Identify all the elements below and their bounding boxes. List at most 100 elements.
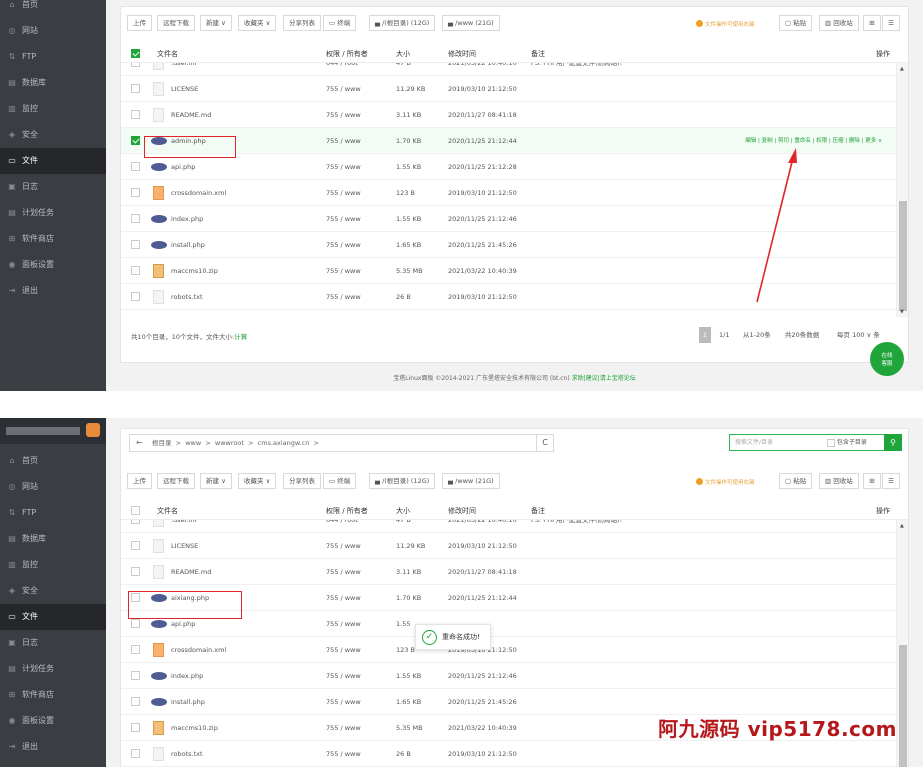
cell-name[interactable]: crossdomain.xml	[171, 637, 226, 663]
scroll-up-icon[interactable]: ▲	[900, 523, 904, 529]
scrollbar[interactable]: ▲	[896, 520, 908, 767]
clipboard-icon: ▢	[785, 477, 794, 485]
disk-root-label: /(根目录) (12G)	[382, 477, 430, 485]
disk-root-button[interactable]: ▄ /(根目录) (12G)	[369, 473, 436, 489]
watermark: 阿九源码 vip5178.com	[658, 717, 897, 741]
sidebar-item-label: 安全	[22, 586, 38, 595]
sidebar-item-logout[interactable]: ⇥ 退出	[0, 734, 106, 760]
cell-mtime: 2019/03/10 21:12:50	[448, 750, 517, 758]
sidebar-item-label: 计划任务	[22, 664, 54, 673]
include-subdir-checkbox[interactable]: 包含子目录	[827, 435, 867, 450]
crumb-www[interactable]: www	[185, 439, 201, 447]
back-arrow-icon[interactable]: ←	[136, 435, 143, 451]
row-checkbox[interactable]	[131, 645, 140, 654]
crumb-wwwroot[interactable]: wwwroot	[215, 439, 244, 447]
cell-name[interactable]: index.php	[171, 663, 203, 689]
table-row[interactable]: robots.txt 755 / www 26 B 2019/03/10 21:12:…	[121, 741, 896, 767]
cell-name[interactable]: install.php	[171, 689, 205, 715]
log-icon: ▣	[8, 638, 16, 647]
refresh-icon[interactable]: C	[536, 434, 554, 452]
ftp-icon: ⇅	[8, 508, 16, 517]
cell-mtime: 2019/03/10 21:12:50	[448, 542, 517, 550]
table-row[interactable]: README.md 755 / www 3.11 KB 2020/11/27 08:4…	[121, 559, 896, 585]
grid-view-button[interactable]: ⊞	[863, 473, 881, 489]
cell-name[interactable]: .user.ini	[171, 520, 196, 533]
breadcrumb[interactable]: ← 根目录 > www > wwwroot > cms.axiangw.cn >	[129, 434, 539, 452]
cell-name[interactable]: README.md	[171, 559, 211, 585]
cell-perm: 755 / www	[326, 594, 361, 602]
remote-download-button[interactable]: 远程下载	[157, 473, 195, 489]
scroll-thumb[interactable]	[899, 645, 907, 767]
table-row[interactable]: LICENSE 755 / www 11.29 KB 2019/03/10 21:12…	[121, 533, 896, 559]
select-all-checkbox[interactable]	[131, 506, 140, 515]
monitor-icon: ▥	[8, 560, 16, 569]
sidebar-item-folder[interactable]: ▭ 文件	[0, 604, 106, 630]
table-row[interactable]: index.php 755 / www 1.55 KB 2020/11/25 21:1…	[121, 663, 896, 689]
sidebar-item-home[interactable]: ⌂ 首页	[0, 448, 106, 474]
col-size: 大小	[396, 507, 410, 515]
clock-icon: ▤	[8, 664, 16, 673]
row-checkbox[interactable]	[131, 619, 140, 628]
col-remark: 备注	[531, 507, 545, 515]
cell-remark: PS: PHP用户配置文件(防跨站)!	[531, 520, 623, 524]
row-checkbox[interactable]	[131, 671, 140, 680]
paste-label: 粘贴	[793, 477, 807, 485]
crumb-root[interactable]: 根目录	[152, 439, 172, 447]
sidebar-item-log[interactable]: ▣ 日志	[0, 630, 106, 656]
col-mtime: 修改时间	[448, 507, 476, 515]
cell-name[interactable]: LICENSE	[171, 533, 198, 559]
disk-www-button[interactable]: ▄ /www (21G)	[442, 473, 500, 489]
recycle-label: 回收站	[833, 477, 853, 485]
share-list-button[interactable]: 分享列表	[283, 473, 321, 489]
cell-name[interactable]: maccms10.zip	[171, 715, 218, 741]
settings-icon: ◉	[8, 716, 16, 725]
paste-button[interactable]: ▢ 粘贴	[779, 473, 813, 489]
info-icon	[696, 478, 703, 485]
php-file-icon	[151, 620, 167, 628]
search-icon[interactable]: ⚲	[884, 434, 902, 451]
sidebar-item-settings[interactable]: ◉ 面板设置	[0, 708, 106, 734]
php-file-icon	[151, 672, 167, 680]
database-icon: ▤	[8, 534, 16, 543]
php-file-icon	[151, 698, 167, 706]
recycle-bin-button[interactable]: ▥ 回收站	[819, 473, 859, 489]
sidebar-item-database[interactable]: ▤ 数据库	[0, 526, 106, 552]
logout-icon: ⇥	[8, 742, 16, 751]
sidebar-item-label: 网站	[22, 482, 38, 491]
globe-icon: ◎	[8, 482, 16, 491]
toast-text: 重命名成功!	[442, 633, 480, 641]
user-badge-icon	[86, 423, 100, 437]
terminal-button[interactable]: ▭ 终端	[323, 473, 357, 489]
sidebar-item-ftp[interactable]: ⇅ FTP	[0, 500, 106, 526]
cell-perm: 644 / root	[326, 520, 358, 524]
sidebar-item-label: 面板设置	[22, 716, 54, 725]
row-checkbox[interactable]	[131, 697, 140, 706]
search-input[interactable]: 搜索文件/目录 包含子目录	[729, 434, 885, 451]
favorites-dropdown[interactable]: 收藏夹 ∨	[238, 473, 277, 489]
row-checkbox[interactable]	[131, 749, 140, 758]
sidebar: ⌂ 首页 ◎ 网站 ⇅ FTP ▤ 数据库 ▥ 监控 ◈ 安全 ▭ 文件 ▣ 日志 ▤ 计划任务 ⊞ 软件商店 ◉ 面板设…	[0, 418, 106, 767]
row-checkbox[interactable]	[131, 723, 140, 732]
sidebar-item-globe[interactable]: ◎ 网站	[0, 474, 106, 500]
cell-mtime: 2020/11/25 21:45:26	[448, 698, 517, 706]
cell-name[interactable]: robots.txt	[171, 741, 203, 767]
row-checkbox[interactable]	[131, 567, 140, 576]
sidebar-item-clock[interactable]: ▤ 计划任务	[0, 656, 106, 682]
sidebar-item-grid[interactable]: ⊞ 软件商店	[0, 682, 106, 708]
crumb-site[interactable]: cms.axiangw.cn	[258, 439, 310, 447]
sidebar-item-monitor[interactable]: ▥ 监控	[0, 552, 106, 578]
cell-size: 1.55	[396, 620, 411, 628]
list-view-button[interactable]: ☰	[882, 473, 900, 489]
sidebar-item-shield[interactable]: ◈ 安全	[0, 578, 106, 604]
row-checkbox[interactable]	[131, 520, 140, 524]
new-dropdown[interactable]: 新建 ∨	[200, 473, 232, 489]
row-checkbox[interactable]	[131, 541, 140, 550]
table-row[interactable]: crossdomain.xml 755 / www 123 B 2019/03/10 …	[121, 637, 896, 663]
table-row[interactable]: .user.ini 644 / root 47 B 2021/03/22 10:40:…	[121, 520, 896, 533]
highlight-box	[128, 591, 242, 619]
cell-size: 1.65 KB	[396, 698, 422, 706]
rename-success-toast: ✓ 重命名成功!	[415, 624, 491, 650]
upload-button[interactable]: 上传	[127, 473, 152, 489]
sidebar-item-label: 文件	[22, 612, 38, 621]
table-row[interactable]: install.php 755 / www 1.65 KB 2020/11/25 21…	[121, 689, 896, 715]
